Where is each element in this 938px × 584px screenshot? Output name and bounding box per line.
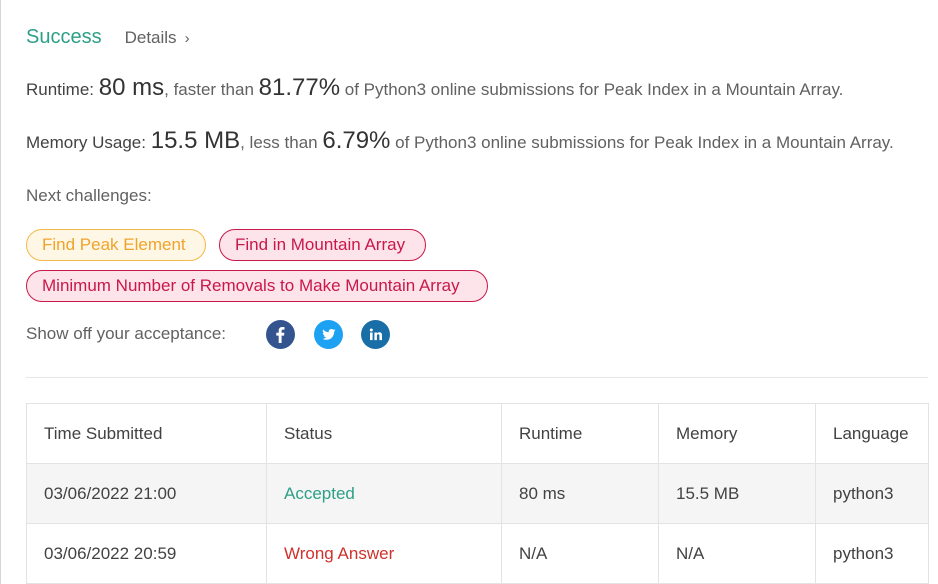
- memory-mid: , less than: [240, 133, 318, 152]
- table-header-row: Time Submitted Status Runtime Memory Lan…: [27, 404, 929, 464]
- cell-memory: 15.5 MB: [659, 464, 816, 523]
- cell-time: 03/06/2022 20:59: [27, 524, 267, 583]
- challenge-chip-minimum-removals[interactable]: Minimum Number of Removals to Make Mount…: [26, 270, 488, 302]
- memory-suffix: of Python3 online submissions for Peak I…: [395, 133, 894, 152]
- cell-memory: N/A: [659, 524, 816, 583]
- cell-status-link[interactable]: Wrong Answer: [267, 524, 502, 583]
- details-link[interactable]: Details: [125, 28, 177, 48]
- cell-runtime: 80 ms: [502, 464, 659, 523]
- section-divider: [26, 377, 928, 378]
- column-header-memory: Memory: [659, 404, 816, 463]
- challenge-chip-find-in-mountain-array[interactable]: Find in Mountain Array: [219, 229, 426, 261]
- table-row[interactable]: 03/06/2022 20:59 Wrong Answer N/A N/A py…: [27, 524, 929, 584]
- column-header-runtime: Runtime: [502, 404, 659, 463]
- cell-language: python3: [816, 524, 929, 583]
- runtime-percent: 81.77%: [258, 74, 341, 101]
- result-status: Success: [26, 26, 102, 48]
- memory-stat: Memory Usage: 15.5 MB, less than 6.79% o…: [26, 127, 894, 155]
- column-header-time: Time Submitted: [27, 404, 267, 463]
- linkedin-icon[interactable]: [361, 320, 390, 349]
- challenge-chip-find-peak-element[interactable]: Find Peak Element: [26, 229, 206, 261]
- share-label: Show off your acceptance:: [26, 324, 227, 343]
- chevron-right-icon[interactable]: ›: [185, 30, 190, 47]
- cell-language: python3: [816, 464, 929, 523]
- runtime-value: 80 ms: [98, 74, 165, 101]
- cell-runtime: N/A: [502, 524, 659, 583]
- next-challenges-label: Next challenges:: [26, 186, 152, 205]
- result-header: Success Details ›: [26, 26, 190, 49]
- column-header-language: Language: [816, 404, 929, 463]
- submissions-table: Time Submitted Status Runtime Memory Lan…: [26, 403, 929, 584]
- table-row[interactable]: 03/06/2022 21:00 Accepted 80 ms 15.5 MB …: [27, 464, 929, 524]
- submission-result-panel: Success Details › Runtime: 80 ms, faster…: [0, 0, 938, 584]
- memory-value: 15.5 MB: [150, 127, 241, 154]
- runtime-label: Runtime:: [26, 80, 95, 99]
- cell-status-link[interactable]: Accepted: [267, 464, 502, 523]
- runtime-suffix: of Python3 online submissions for Peak I…: [344, 80, 844, 99]
- twitter-icon[interactable]: [314, 320, 343, 349]
- runtime-mid: , faster than: [164, 80, 254, 99]
- cell-time: 03/06/2022 21:00: [27, 464, 267, 523]
- column-header-status: Status: [267, 404, 502, 463]
- facebook-icon[interactable]: [266, 320, 295, 349]
- memory-percent: 6.79%: [322, 127, 391, 154]
- memory-label: Memory Usage:: [26, 133, 146, 152]
- runtime-stat: Runtime: 80 ms, faster than 81.77% of Py…: [26, 74, 843, 102]
